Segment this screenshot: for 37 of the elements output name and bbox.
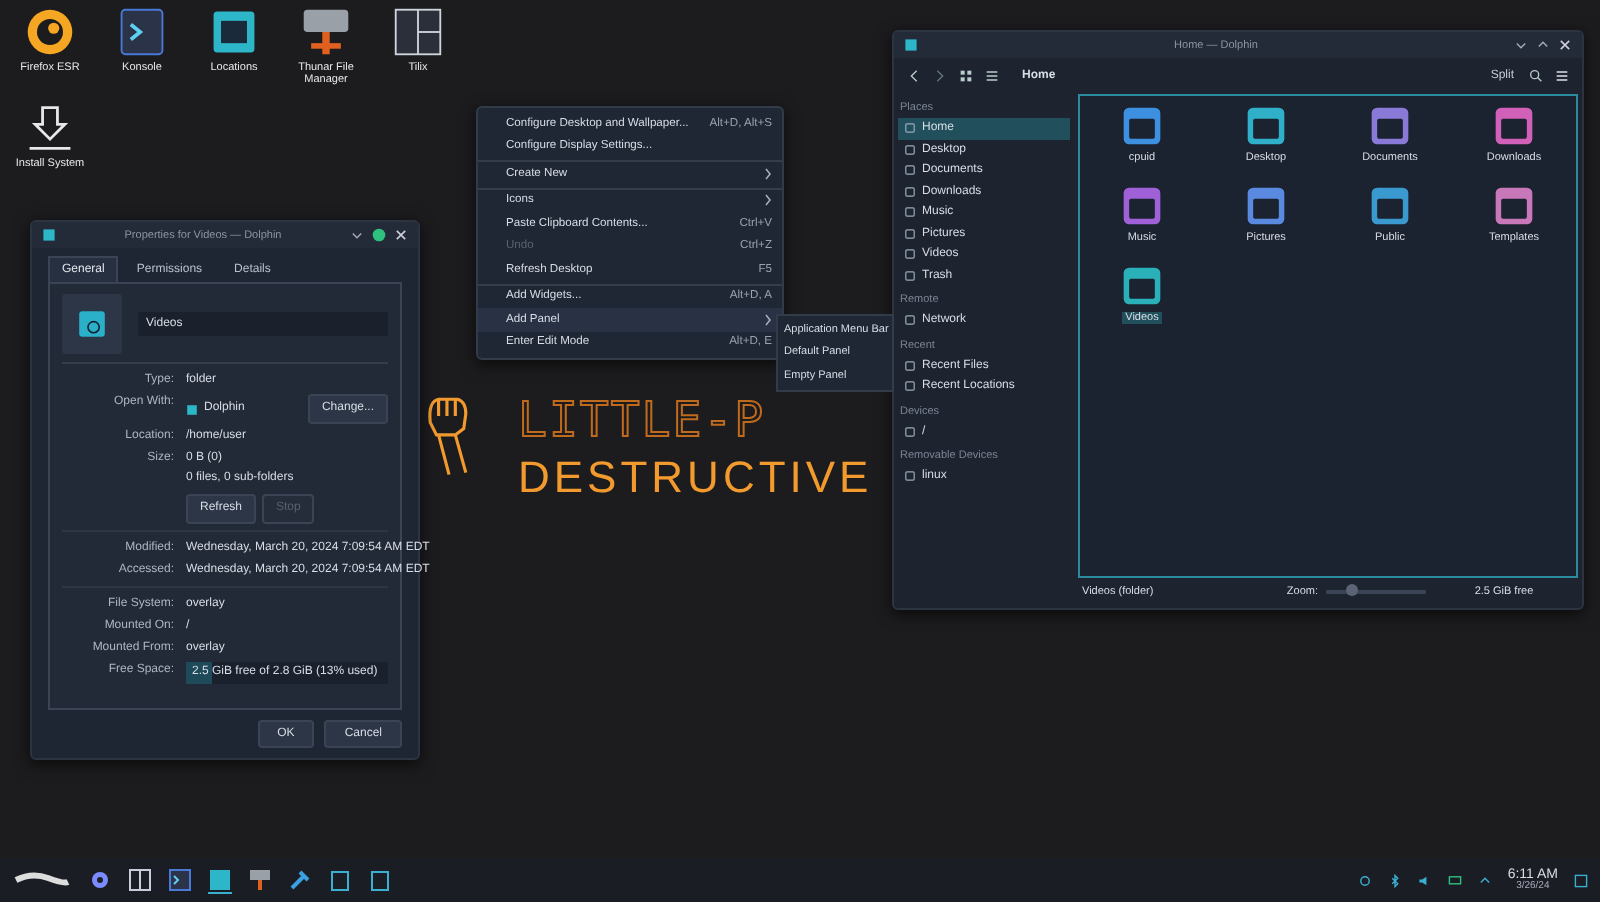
window-icon[interactable] (128, 868, 152, 892)
forward-icon[interactable] (932, 68, 948, 84)
chevron-right-icon (764, 313, 772, 326)
terminal-icon[interactable] (116, 6, 168, 58)
download-tray-icon[interactable] (24, 102, 76, 154)
close-icon[interactable] (394, 228, 408, 242)
maximize-icon[interactable] (372, 228, 386, 242)
folder-icon (76, 308, 108, 340)
wallpaper-logo-text: LITTLE-P (518, 396, 768, 444)
caret-icon[interactable] (1477, 873, 1492, 887)
icon-button[interactable] (62, 294, 122, 354)
terminal-icon[interactable] (168, 868, 192, 892)
close-icon[interactable] (1558, 38, 1572, 52)
app-icon (186, 403, 198, 415)
wallpaper-tagline: DESTRUCTIVE (518, 456, 873, 500)
slider-thumb[interactable] (1345, 583, 1357, 595)
list-view-icon[interactable] (984, 68, 1000, 84)
network-drive-icon[interactable] (300, 6, 352, 58)
folder-icon (904, 38, 918, 52)
chevron-right-icon (764, 194, 772, 207)
minimize-icon[interactable] (1514, 38, 1528, 52)
search-icon[interactable] (1528, 68, 1544, 84)
folder-icon[interactable] (208, 6, 260, 58)
drive-icon[interactable] (248, 868, 272, 892)
minimize-icon[interactable] (350, 228, 364, 242)
grid-view-icon[interactable] (958, 68, 974, 84)
back-icon[interactable] (906, 68, 922, 84)
chevron-right-icon (764, 167, 772, 180)
raised-fist-icon (426, 396, 470, 478)
menu-icon[interactable] (1554, 68, 1570, 84)
split-window-icon[interactable] (392, 6, 444, 58)
monitor-icon[interactable] (1447, 873, 1462, 887)
folder-icon[interactable] (208, 867, 232, 893)
folder-icon (42, 228, 56, 242)
speaker-icon[interactable] (1417, 873, 1432, 887)
maximize-icon[interactable] (1536, 38, 1550, 52)
bluetooth-icon[interactable] (1387, 873, 1402, 887)
